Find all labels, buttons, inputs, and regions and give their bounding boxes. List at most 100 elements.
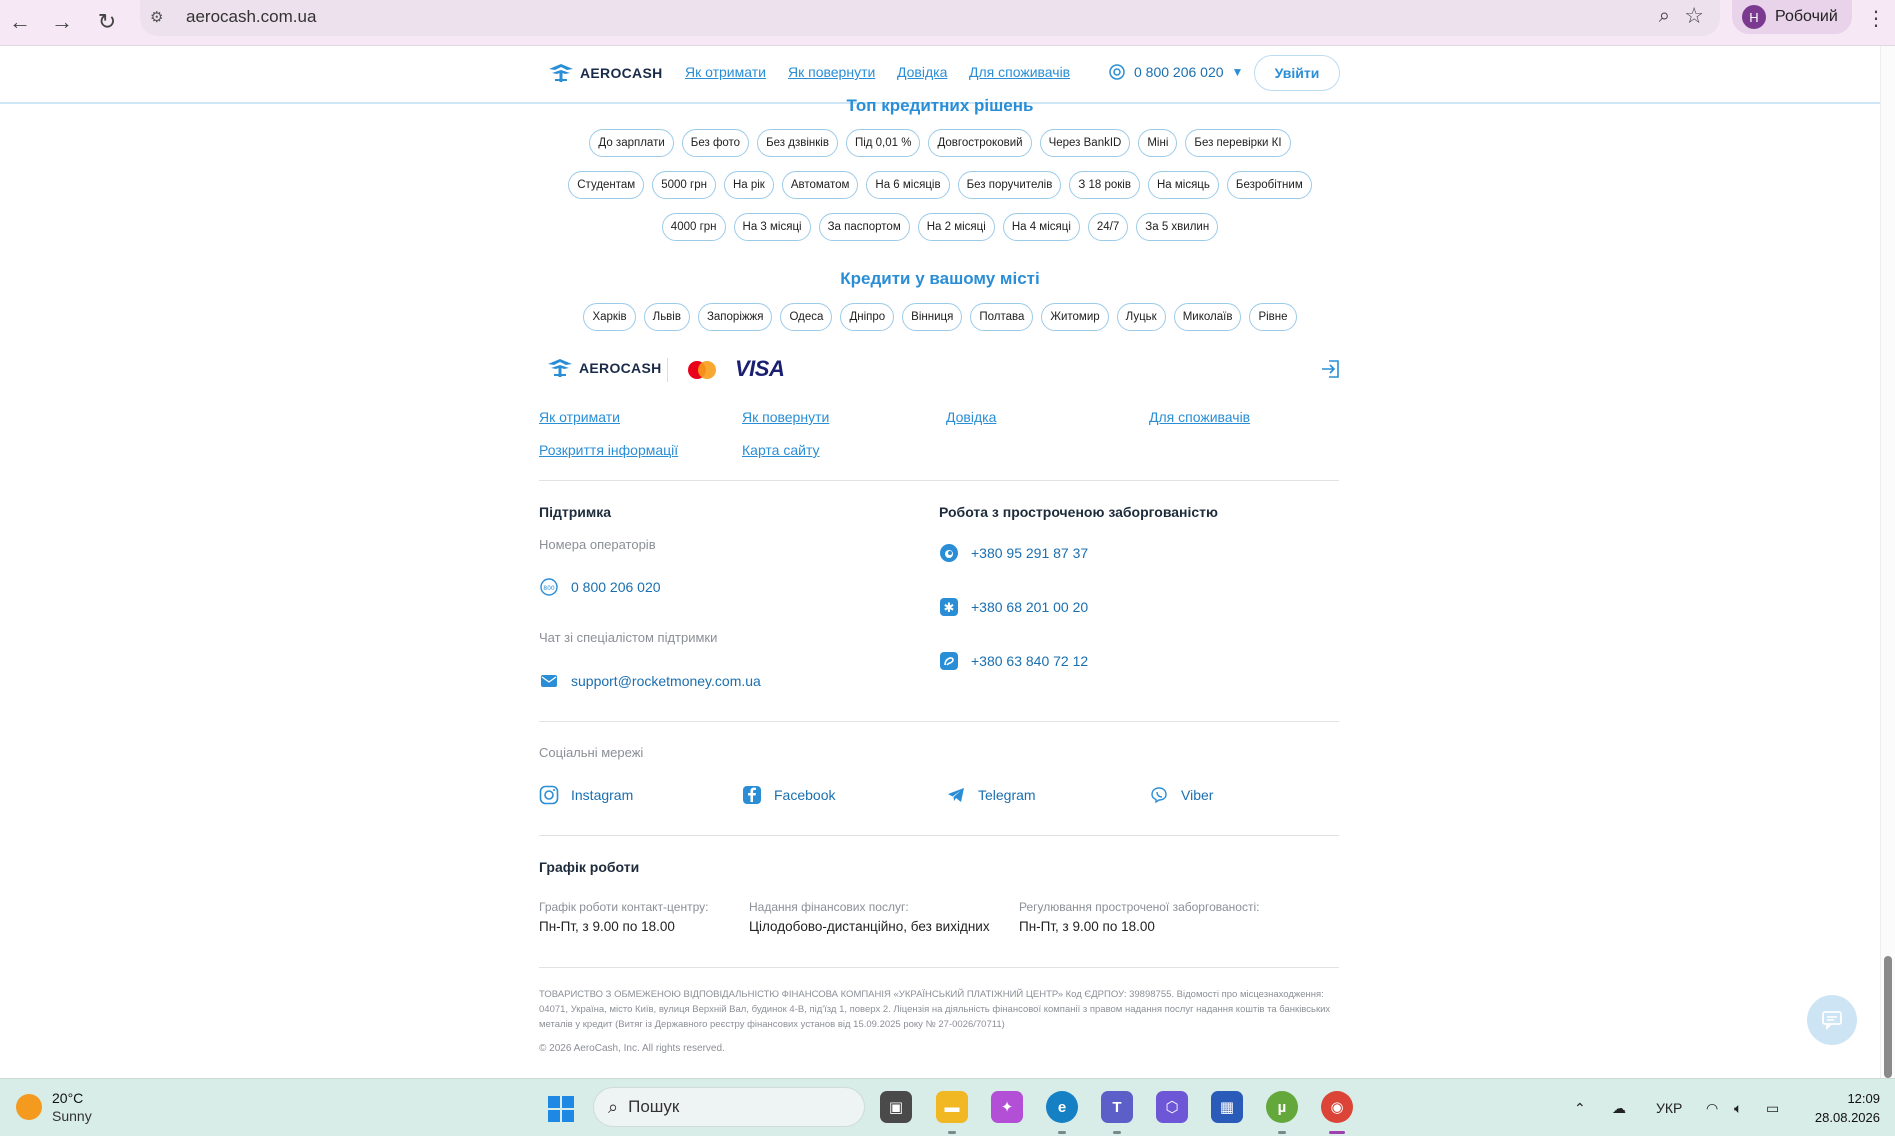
windows-start-icon[interactable] [547, 1095, 575, 1123]
footer-link-help[interactable]: Довідка [946, 409, 996, 425]
header-phone[interactable]: 0 800 206 020 ▼ [1108, 63, 1243, 81]
utorrent-icon[interactable]: µ [1266, 1091, 1298, 1123]
reload-icon[interactable]: ↻ [89, 4, 125, 40]
facebook-link[interactable]: Facebook [774, 787, 835, 803]
solution-chip[interactable]: Автоматом [781, 171, 859, 199]
weather-widget[interactable]: 20°C Sunny [16, 1089, 92, 1125]
scrollbar-thumb[interactable] [1884, 956, 1892, 1078]
store-icon[interactable]: ▦ [1211, 1091, 1243, 1123]
bookmark-star-icon[interactable]: ☆ [1684, 3, 1704, 29]
taskbar-clock[interactable]: 12:09 28.08.2026 [1812, 1089, 1880, 1127]
solution-chip[interactable]: До зарплати [589, 129, 674, 157]
footer-link-consumers[interactable]: Для споживачів [1149, 409, 1250, 425]
solution-chip[interactable]: Студентам [568, 171, 645, 199]
profile-button[interactable]: Н Робочий [1732, 0, 1852, 34]
instagram-link[interactable]: Instagram [571, 787, 633, 803]
chat-button[interactable] [1807, 995, 1857, 1045]
social-telegram[interactable]: Telegram [946, 785, 1036, 805]
solution-chip[interactable]: За паспортом [818, 213, 910, 241]
solution-chip[interactable]: Без поручителів [957, 171, 1062, 199]
solution-chip[interactable]: На місяць [1147, 171, 1219, 199]
page-scrollbar[interactable] [1880, 46, 1895, 1078]
site-settings-icon[interactable]: ⚙ [150, 8, 170, 28]
city-chip[interactable]: Полтава [970, 303, 1034, 331]
overdue-phone-3[interactable]: +380 63 840 72 12 [971, 653, 1088, 669]
solution-chip[interactable]: 4000 грн [661, 213, 726, 241]
language-indicator[interactable]: УКР [1656, 1079, 1682, 1136]
nav-link-how-to-repay[interactable]: Як повернути [788, 64, 875, 80]
social-viber[interactable]: Viber [1149, 785, 1213, 805]
taskbar-search[interactable]: ⌕ Пошук [593, 1087, 865, 1127]
battery-icon[interactable]: ▭ [1766, 1079, 1779, 1136]
footer-link-how-to-repay[interactable]: Як повернути [742, 409, 829, 425]
support-phone[interactable]: 800 0 800 206 020 [539, 577, 661, 597]
footer-link-sitemap[interactable]: Карта сайту [742, 442, 820, 458]
solution-chip[interactable]: На 6 місяців [866, 171, 950, 199]
overdue-phone-lifecell[interactable]: +380 63 840 72 12 [939, 651, 1088, 671]
file-explorer-icon[interactable]: ▬ [936, 1091, 968, 1123]
solution-chip[interactable]: Без перевірки КІ [1185, 129, 1291, 157]
city-chip[interactable]: Луцьк [1116, 303, 1166, 331]
social-instagram[interactable]: Instagram [539, 785, 633, 805]
kebab-menu-icon[interactable]: ⋮ [1866, 6, 1886, 31]
forward-icon[interactable]: → [44, 4, 80, 40]
copilot-icon[interactable]: ✦ [991, 1091, 1023, 1123]
city-chip[interactable]: Харків [583, 303, 636, 331]
city-chip[interactable]: Вінниця [902, 303, 963, 331]
login-icon[interactable] [1320, 358, 1342, 380]
solution-chip[interactable]: Міні [1138, 129, 1178, 157]
task-view-icon[interactable]: ▣ [880, 1091, 912, 1123]
overdue-phone-2[interactable]: +380 68 201 00 20 [971, 599, 1088, 615]
solution-chip[interactable]: На 3 місяці [733, 213, 811, 241]
footer-link-disclosure[interactable]: Розкриття інформації [539, 442, 678, 458]
city-chip[interactable]: Одеса [780, 303, 833, 331]
solution-chip[interactable]: На 4 місяці [1002, 213, 1080, 241]
nav-link-help[interactable]: Довідка [897, 64, 947, 80]
overdue-phone-1[interactable]: +380 95 291 87 37 [971, 545, 1088, 561]
header-phone-number[interactable]: 0 800 206 020 [1134, 64, 1224, 80]
teams-icon[interactable]: T [1101, 1091, 1133, 1123]
wifi-icon[interactable]: ◠ [1706, 1079, 1718, 1136]
onedrive-icon[interactable]: ☁ [1612, 1079, 1626, 1136]
city-chip[interactable]: Рівне [1249, 303, 1297, 331]
tray-chevron-up-icon[interactable]: ⌃ [1574, 1079, 1586, 1136]
edge-icon[interactable]: e [1046, 1091, 1078, 1123]
footer-link-how-to-get[interactable]: Як отримати [539, 409, 620, 425]
solution-chip[interactable]: Через BankID [1039, 129, 1131, 157]
zoom-icon[interactable]: ⌕ [1659, 5, 1670, 28]
solution-chip[interactable]: Довгостроковий [928, 129, 1032, 157]
app-hexagon-icon[interactable]: ⬡ [1156, 1091, 1188, 1123]
nav-link-how-to-get[interactable]: Як отримати [685, 64, 766, 80]
url-text[interactable]: aerocash.com.ua [186, 7, 316, 27]
city-chip[interactable]: Миколаїв [1173, 303, 1242, 331]
support-email-address[interactable]: support@rocketmoney.com.ua [571, 673, 761, 689]
volume-icon[interactable]: 🔈︎ [1734, 1079, 1742, 1136]
city-chip[interactable]: Запоріжжя [697, 303, 773, 331]
solution-chip[interactable]: На рік [723, 171, 774, 199]
nav-link-consumers[interactable]: Для споживачів [969, 64, 1070, 80]
telegram-link[interactable]: Telegram [978, 787, 1036, 803]
solution-chip[interactable]: За 5 хвилин [1136, 213, 1219, 241]
solution-chip[interactable]: Безробітним [1226, 171, 1312, 199]
overdue-phone-vodafone[interactable]: +380 95 291 87 37 [939, 543, 1088, 563]
city-chip[interactable]: Львів [643, 303, 690, 331]
solution-chip[interactable]: Без дзвінків [757, 129, 838, 157]
social-facebook[interactable]: Facebook [742, 785, 835, 805]
solution-chip[interactable]: 24/7 [1087, 213, 1129, 241]
viber-link[interactable]: Viber [1181, 787, 1213, 803]
support-email[interactable]: support@rocketmoney.com.ua [539, 671, 761, 691]
solution-chip[interactable]: На 2 місяці [917, 213, 995, 241]
solution-chip[interactable]: Під 0,01 % [845, 129, 921, 157]
support-phone-number[interactable]: 0 800 206 020 [571, 579, 661, 595]
back-icon[interactable]: ← [2, 4, 38, 40]
footer-logo[interactable]: AEROCASH [547, 358, 662, 378]
solution-chip[interactable]: З 18 років [1069, 171, 1140, 199]
solution-chip[interactable]: 5000 грн [652, 171, 716, 199]
overdue-phone-kyivstar[interactable]: ✱ +380 68 201 00 20 [939, 597, 1088, 617]
header-logo[interactable]: AEROCASH [548, 63, 663, 83]
city-chip[interactable]: Дніпро [840, 303, 895, 331]
chrome-icon[interactable]: ◉ [1321, 1091, 1353, 1123]
solution-chip[interactable]: Без фото [681, 129, 750, 157]
address-bar[interactable]: ⚙ aerocash.com.ua ⌕ ☆ [140, 0, 1720, 36]
city-chip[interactable]: Житомир [1041, 303, 1109, 331]
